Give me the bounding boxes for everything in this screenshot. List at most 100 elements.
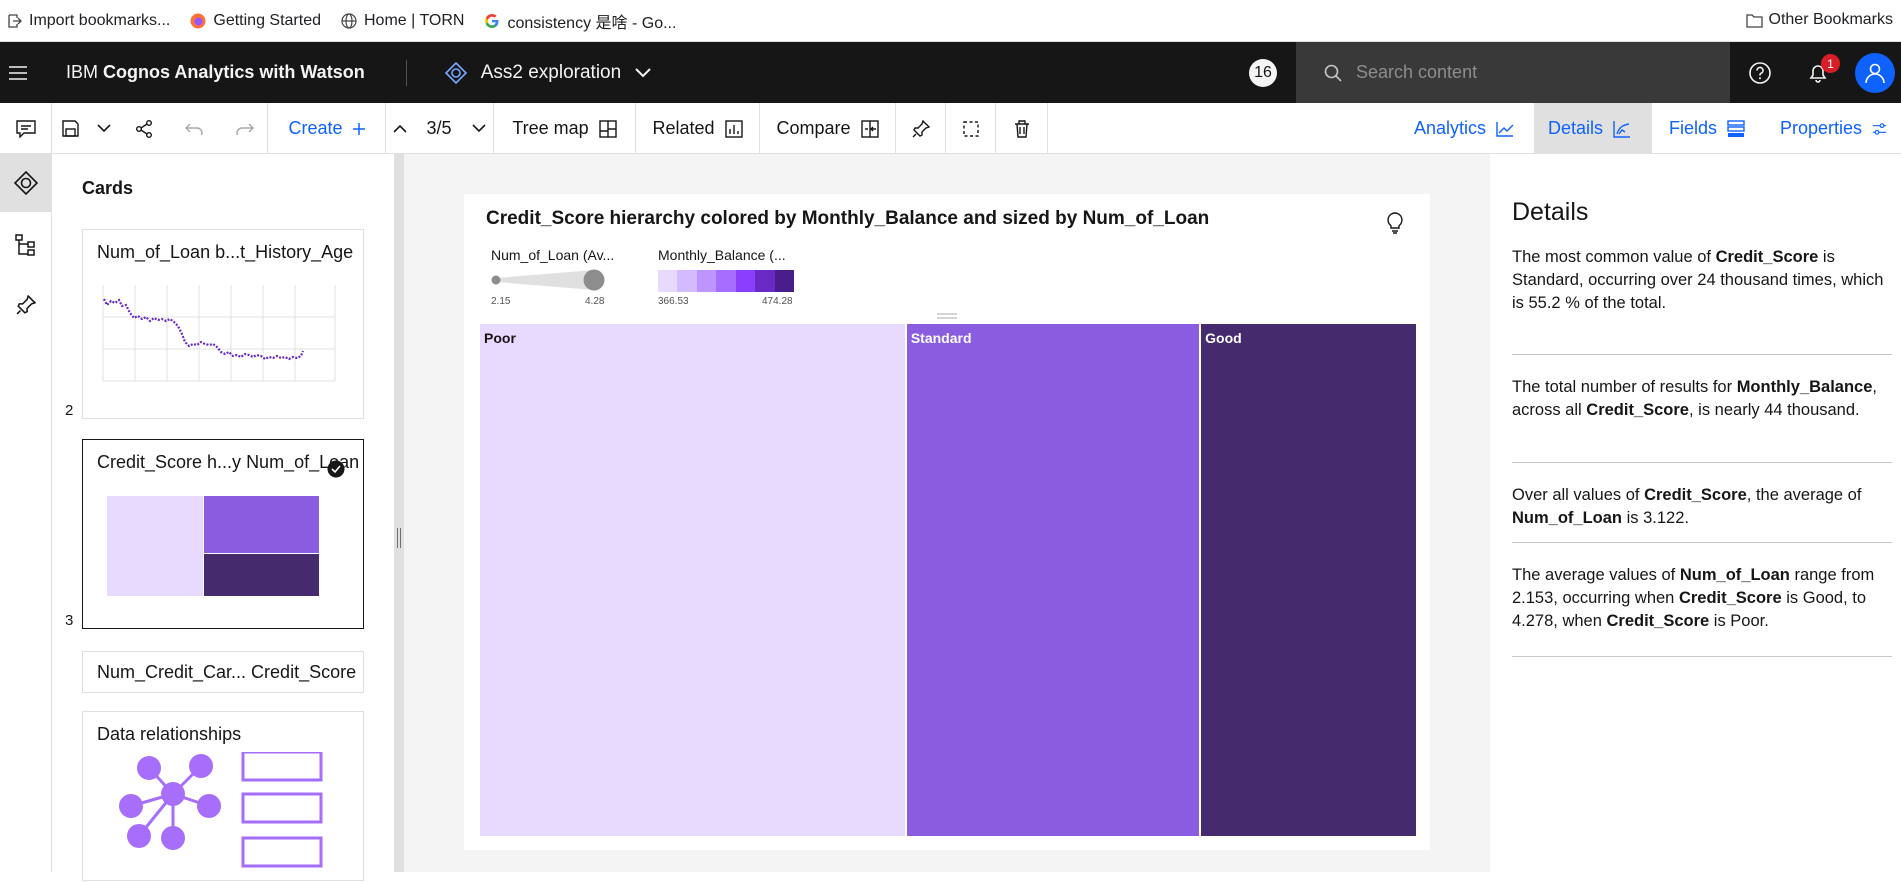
tab-details[interactable]: Details bbox=[1534, 103, 1652, 154]
treemap-tile-poor[interactable]: Poor bbox=[480, 324, 905, 836]
create-label: Create bbox=[288, 118, 343, 138]
card-item-selected[interactable]: Credit_Score h...y Num_of_Loan 3 bbox=[65, 439, 364, 629]
size-legend-label: Num_of_Loan (Av... bbox=[491, 247, 615, 263]
treemap-icon bbox=[598, 119, 617, 138]
delete-button[interactable] bbox=[996, 103, 1048, 154]
tab-label: Details bbox=[1548, 118, 1604, 138]
comment-button[interactable] bbox=[0, 103, 52, 154]
bookmark-google[interactable]: consistency 是啥 - Go... bbox=[484, 9, 676, 33]
related-label: Related bbox=[652, 118, 715, 138]
next-card-button[interactable] bbox=[464, 103, 494, 154]
trash-icon bbox=[1014, 119, 1029, 138]
insight-field-name: Credit_Score bbox=[1606, 612, 1710, 630]
tab-label: Analytics bbox=[1414, 118, 1487, 138]
brand-ibm: IBM bbox=[66, 62, 104, 82]
select-area-button[interactable] bbox=[946, 103, 996, 154]
size-legend-min: 2.15 bbox=[491, 296, 511, 307]
share-button[interactable] bbox=[124, 103, 164, 154]
google-icon bbox=[485, 13, 499, 28]
resize-handle[interactable] bbox=[397, 528, 401, 548]
card-item[interactable]: Data relationships bbox=[82, 711, 364, 881]
chevron-down-icon bbox=[97, 124, 111, 133]
help-icon[interactable] bbox=[1731, 42, 1789, 103]
treemap-tile-good[interactable]: Good bbox=[1201, 324, 1416, 836]
redo-button[interactable] bbox=[222, 103, 268, 154]
search-icon bbox=[1324, 64, 1342, 82]
left-rail bbox=[0, 154, 52, 872]
insight-field-name: Credit_Score bbox=[1715, 248, 1819, 266]
menu-icon[interactable] bbox=[0, 42, 36, 103]
tab-analytics[interactable]: Analytics bbox=[1400, 103, 1534, 154]
save-menu-button[interactable] bbox=[88, 103, 120, 154]
visualization-card: Credit_Score hierarchy colored by Monthl… bbox=[464, 194, 1430, 850]
treemap-tile-label: Good bbox=[1205, 330, 1242, 346]
insight-run: , the average of bbox=[1746, 486, 1862, 504]
search-bar[interactable] bbox=[1296, 42, 1730, 103]
insight-text: The average values of Num_of_Loan range … bbox=[1512, 564, 1892, 633]
app-header: IBM Cognos Analytics with Watson Ass2 ex… bbox=[0, 42, 1901, 103]
insight-divider bbox=[1512, 542, 1892, 543]
related-chart-icon bbox=[724, 119, 743, 138]
cards-panel-title: Cards bbox=[82, 178, 134, 198]
marquee-icon bbox=[962, 120, 979, 137]
compare-label: Compare bbox=[776, 118, 851, 138]
other-bookmarks[interactable]: Other Bookmarks bbox=[1745, 11, 1893, 29]
insight-field-name: Credit_Score bbox=[1644, 486, 1747, 504]
tree-map-button[interactable]: Tree map bbox=[494, 103, 636, 154]
save-button[interactable] bbox=[52, 103, 88, 154]
size-legend-max: 4.28 bbox=[585, 296, 605, 307]
search-input[interactable] bbox=[1356, 62, 1696, 83]
insight-field-name: Monthly_Balance bbox=[1736, 378, 1873, 396]
create-button[interactable]: Create bbox=[268, 103, 386, 154]
card-title: Credit_Score h...y Num_of_Loan bbox=[97, 452, 360, 472]
rail-hierarchy-button[interactable] bbox=[0, 216, 52, 274]
treemap-tile-label: Standard bbox=[910, 330, 972, 346]
insight-text: The most common value of Credit_Score is… bbox=[1512, 246, 1892, 315]
treemap-tile-standard[interactable]: Standard bbox=[906, 324, 1200, 836]
notification-count: 1 bbox=[1821, 54, 1840, 73]
color-legend-min: 366.53 bbox=[658, 296, 689, 307]
cards-panel: Cards Num_of_Loan b...t_History_Age 2 Cr… bbox=[52, 154, 394, 881]
tab-label: Properties bbox=[1780, 118, 1863, 138]
panel-divider[interactable] bbox=[394, 154, 404, 872]
exploration-switcher[interactable]: Ass2 exploration bbox=[444, 61, 651, 84]
comment-icon bbox=[15, 119, 36, 138]
legend-collapse-handle[interactable] bbox=[937, 312, 957, 320]
insight-divider bbox=[1512, 462, 1892, 463]
size-legend bbox=[491, 269, 605, 291]
card-thumbnail-treemap bbox=[107, 496, 319, 596]
exploration-icon bbox=[444, 61, 467, 84]
bookmark-import[interactable]: Import bookmarks... bbox=[8, 12, 170, 30]
user-avatar[interactable] bbox=[1849, 42, 1901, 103]
rail-pins-button[interactable] bbox=[0, 276, 52, 334]
chevron-up-icon bbox=[393, 124, 407, 133]
insight-field-name: Credit_Score bbox=[1586, 401, 1689, 419]
pin-button[interactable] bbox=[896, 103, 946, 154]
color-legend-label: Monthly_Balance (... bbox=[658, 247, 786, 263]
bookmark-torn[interactable]: Home | TORN bbox=[341, 12, 464, 30]
compare-icon bbox=[860, 119, 879, 138]
previous-card-button[interactable] bbox=[386, 103, 414, 154]
undo-button[interactable] bbox=[174, 103, 214, 154]
insight-run: is Poor. bbox=[1709, 612, 1769, 630]
brand-product: Cognos Analytics with Watson bbox=[103, 62, 365, 82]
tab-fields[interactable]: Fields bbox=[1655, 103, 1761, 154]
sliders-icon bbox=[1872, 122, 1887, 135]
insight-run: The total number of results for bbox=[1512, 378, 1737, 396]
details-panel: Details The most common value of Credit_… bbox=[1490, 154, 1901, 872]
notification-icon[interactable]: 1 bbox=[1789, 42, 1847, 103]
insight-run: The average values of bbox=[1512, 566, 1680, 584]
rail-cards-button[interactable] bbox=[0, 154, 52, 212]
card-item[interactable]: Num_Credit_Car... Credit_Score bbox=[82, 651, 364, 693]
card-title: Num_Credit_Car... Credit_Score bbox=[97, 662, 357, 682]
card-thumbnail-line-chart bbox=[102, 285, 336, 382]
lightbulb-icon[interactable] bbox=[1386, 212, 1404, 234]
insight-text: Over all values of Credit_Score, the ave… bbox=[1512, 484, 1892, 530]
compare-button[interactable]: Compare bbox=[760, 103, 896, 154]
count-badge[interactable]: 16 bbox=[1249, 59, 1277, 87]
tab-properties[interactable]: Properties bbox=[1766, 103, 1901, 154]
card-item[interactable]: Num_of_Loan b...t_History_Age 2 bbox=[65, 229, 364, 419]
import-icon bbox=[8, 13, 22, 28]
bookmark-getting-started[interactable]: Getting Started bbox=[190, 12, 321, 30]
related-button[interactable]: Related bbox=[636, 103, 760, 154]
